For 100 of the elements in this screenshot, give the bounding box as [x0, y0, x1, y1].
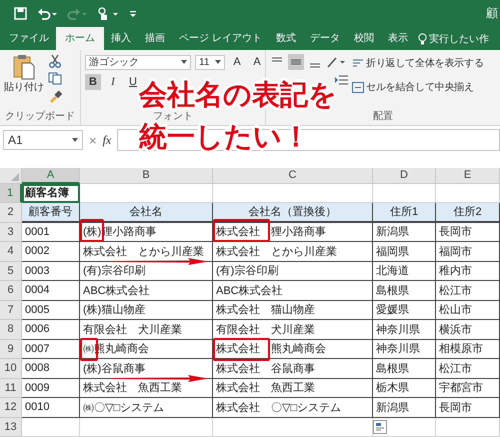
undo-icon[interactable] — [37, 7, 57, 20]
table-cell: 0009 — [22, 378, 80, 398]
column-heading: 会社名 — [80, 203, 213, 222]
ribbon-tab[interactable]: 描画 — [138, 27, 172, 50]
column-header[interactable]: A — [22, 168, 80, 184]
row-header[interactable]: 1 — [0, 184, 22, 203]
merge-cells-icon — [352, 82, 364, 92]
table-cell: 株式会社 魚西工業 — [213, 378, 373, 398]
column-heading: 住所1 — [373, 203, 436, 222]
column-header[interactable]: E — [436, 168, 500, 184]
row-header[interactable]: 11 — [0, 378, 22, 398]
row-header[interactable]: 10 — [0, 359, 22, 378]
row-header[interactable]: 4 — [0, 242, 22, 262]
underline-button[interactable]: U — [125, 74, 141, 90]
group-label: フォント — [152, 110, 194, 122]
table-cell: 神奈川県 — [373, 340, 436, 359]
shrink-font-button[interactable]: A — [249, 54, 265, 70]
triangle-icon — [11, 172, 19, 180]
row-header[interactable]: 5 — [0, 262, 22, 281]
table-cell: 松江市 — [436, 281, 500, 300]
table-cell: 株式会社 谷鼠商事 — [213, 359, 373, 378]
table-cell: (有)宗谷印刷 — [213, 262, 373, 281]
save-icon[interactable] — [14, 7, 27, 20]
indent-icon[interactable] — [334, 74, 348, 86]
bold-button[interactable]: B — [85, 74, 101, 90]
customize-icon[interactable] — [129, 8, 137, 18]
table-cell: 横浜市 — [436, 320, 500, 340]
ribbon-tab[interactable]: 数式 — [268, 27, 303, 50]
ribbon-tab[interactable]: データ — [302, 27, 347, 50]
table-cell: 新潟県 — [373, 398, 436, 418]
merge-center-button[interactable]: セルを結合して中央揃え — [352, 80, 474, 94]
grow-font-button[interactable]: A — [229, 54, 245, 70]
cancel-button[interactable]: × — [89, 132, 97, 148]
empty-cell — [436, 418, 500, 437]
paste-button[interactable]: 貼り付け — [4, 54, 44, 109]
ribbon-tab[interactable]: ホーム — [56, 27, 104, 50]
wrap-text-button[interactable]: 折り返して全体を表示する — [352, 56, 484, 70]
table-cell: 島根県 — [373, 281, 436, 300]
table-cell: 新潟県 — [373, 222, 436, 242]
clipboard-icon — [13, 54, 35, 80]
ribbon-tab[interactable]: 校閲 — [346, 27, 381, 50]
tell-me-field[interactable]: 実行したい作 — [428, 32, 489, 46]
row-header[interactable]: 8 — [0, 320, 22, 340]
table-cell: ABC株式会社 — [213, 281, 373, 300]
table-cell: 宇都宮市 — [436, 378, 500, 398]
callout-text: 会社名の表記を — [139, 80, 337, 110]
table-cell: 有限会社 犬川産業 — [80, 320, 213, 340]
font-name-dropdown[interactable]: 游ゴシック — [85, 54, 191, 70]
table-cell: 0001 — [22, 222, 80, 242]
text-orientation-icon[interactable] — [326, 55, 346, 69]
table-cell: 株式会社 猫山物産 — [213, 300, 373, 320]
redo-icon — [67, 7, 87, 20]
table-cell: 0002 — [22, 242, 80, 262]
column-heading: 顧客番号 — [22, 203, 80, 222]
table-cell: 北海道 — [373, 262, 436, 281]
row-header[interactable]: 13 — [0, 418, 22, 437]
name-box[interactable]: A1 — [3, 130, 83, 150]
row-header[interactable]: 9 — [0, 340, 22, 359]
row-header[interactable]: 6 — [0, 281, 22, 300]
table-cell: 島根県 — [373, 359, 436, 378]
callout-text: 統一したい！ — [139, 122, 310, 152]
font-size-dropdown[interactable]: 11 — [195, 54, 225, 70]
align-middle-icon[interactable] — [288, 54, 304, 70]
ribbon-tab[interactable]: 挿入 — [104, 27, 138, 50]
ribbon-tab[interactable]: 表示 — [380, 27, 415, 50]
table-cell: 長岡市 — [436, 398, 500, 418]
table-cell: 有限会社 犬川産業 — [213, 320, 373, 340]
window-title: 顧 — [486, 5, 498, 22]
table-cell: 0005 — [22, 300, 80, 320]
table-cell: 株式会社 〇▽□システム — [213, 398, 373, 418]
table-cell: 福岡県 — [373, 242, 436, 262]
group-label: クリップボード — [4, 110, 76, 123]
highlight-frame — [213, 219, 270, 242]
sheet-title: 顧客名簿 — [22, 184, 80, 203]
row-header[interactable]: 2 — [0, 203, 22, 222]
wrap-text-icon — [352, 58, 364, 68]
column-header[interactable]: D — [373, 168, 436, 184]
column-heading: 会社名（置換後） — [213, 203, 373, 222]
touch-mode-icon[interactable] — [97, 6, 119, 20]
table-cell: 株式会社 とから川産業 — [213, 242, 373, 262]
table-cell: 0010 — [22, 398, 80, 418]
table-cell: 稚内市 — [436, 262, 500, 281]
ribbon-tab[interactable]: ページ レイアウト — [172, 27, 269, 50]
quick-analysis-icon[interactable] — [373, 420, 387, 434]
table-cell: (株)猫山物産 — [80, 300, 213, 320]
row-header[interactable]: 7 — [0, 300, 22, 320]
copy-icon[interactable] — [48, 72, 64, 85]
brush-icon[interactable] — [48, 89, 62, 103]
row-header[interactable]: 12 — [0, 398, 22, 418]
table-cell: 神奈川県 — [373, 320, 436, 340]
column-header[interactable]: C — [213, 168, 373, 184]
table-cell: 0004 — [22, 281, 80, 300]
ribbon-tab[interactable]: ファイル — [2, 27, 56, 50]
table-cell: 0008 — [22, 359, 80, 378]
lightbulb-icon — [418, 32, 427, 44]
column-header[interactable]: B — [80, 168, 213, 184]
table-cell: 株式会社 熊丸崎商会 — [213, 340, 373, 359]
italic-button[interactable]: I — [105, 74, 121, 90]
row-header[interactable]: 3 — [0, 222, 22, 242]
insert-function-button[interactable]: fx — [102, 132, 112, 148]
